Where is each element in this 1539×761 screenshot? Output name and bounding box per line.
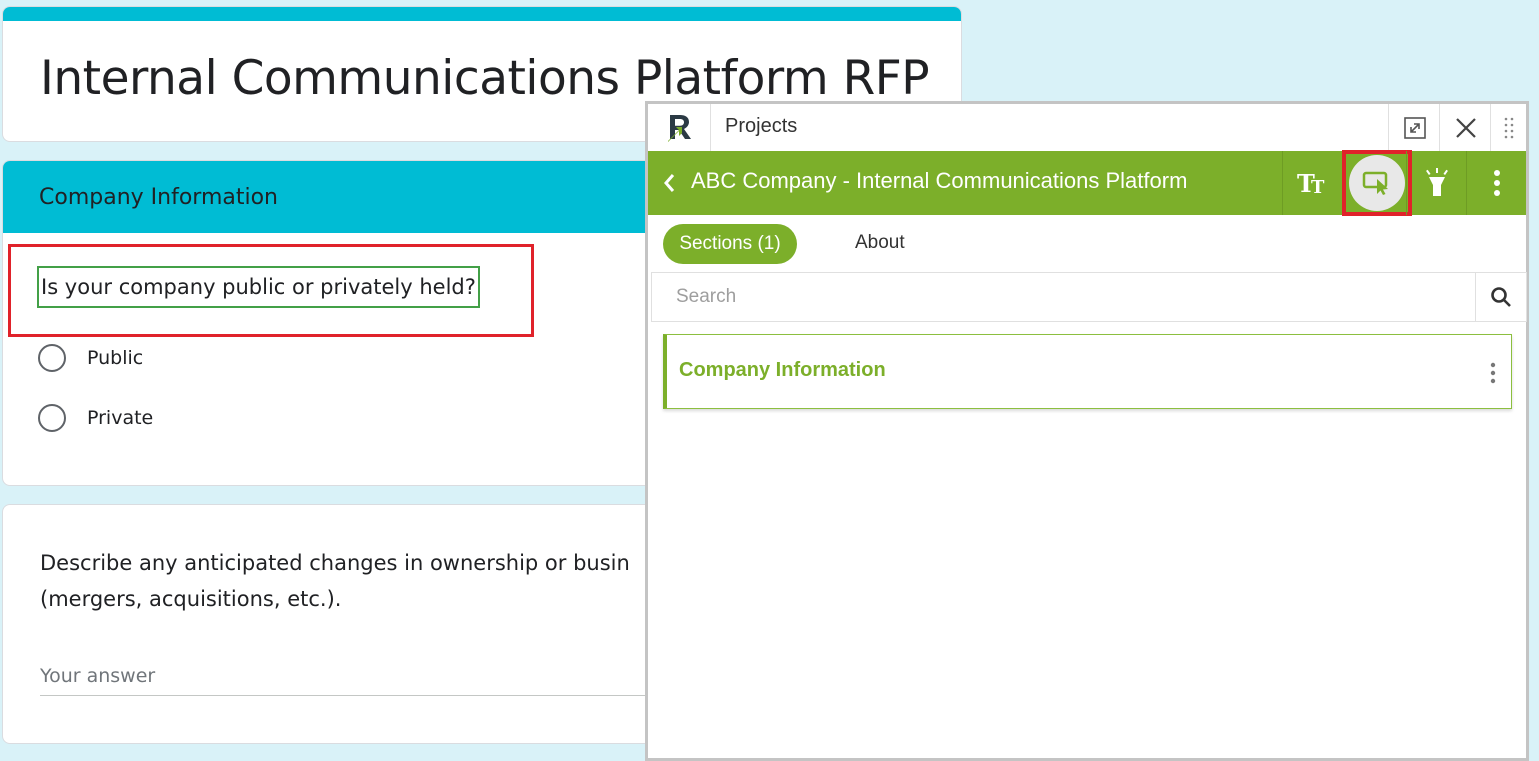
search-icon[interactable] [1475, 273, 1526, 321]
svg-text:T: T [1311, 177, 1325, 196]
more-vertical-icon[interactable] [1466, 151, 1527, 215]
flashlight-icon[interactable] [1406, 151, 1467, 215]
question-public-private[interactable]: Is your company public or privately held… [37, 266, 480, 308]
section-item-label: Company Information [679, 359, 886, 381]
radio-label-public: Public [87, 347, 144, 369]
question-ownership-line2: (mergers, acquisitions, etc.). [40, 587, 342, 611]
form-title: Internal Communications Platform RFP [40, 51, 930, 106]
radio-button[interactable] [38, 344, 66, 372]
panel-tabs: Sections (1) About [648, 215, 1526, 270]
section-list-item[interactable]: Company Information [663, 334, 1512, 409]
panel-top-bar: Projects [648, 104, 1526, 151]
radio-label-private: Private [87, 407, 154, 429]
projects-label[interactable]: Projects [725, 115, 797, 138]
search-input[interactable] [652, 273, 1478, 321]
extension-panel: Projects ABC Company - Internal Communic… [645, 101, 1529, 761]
r-logo-icon [648, 104, 711, 151]
radio-option-public[interactable]: Public [38, 344, 143, 372]
project-header-bar: ABC Company - Internal Communications Pl… [648, 150, 1527, 216]
question-ownership-line1: Describe any anticipated changes in owne… [40, 551, 630, 575]
expand-icon[interactable] [1388, 104, 1441, 151]
section-more-icon[interactable] [1489, 361, 1497, 385]
cursor-select-button[interactable] [1342, 150, 1412, 216]
title-card-accent-bar [3, 7, 961, 21]
chevron-left-icon[interactable] [658, 169, 680, 197]
project-title: ABC Company - Internal Communications Pl… [691, 168, 1188, 193]
search-bar [651, 272, 1527, 322]
drag-handle-icon[interactable] [1490, 104, 1527, 151]
radio-option-private[interactable]: Private [38, 404, 153, 432]
answer-input[interactable]: Your answer [40, 663, 660, 696]
cursor-select-icon[interactable] [1349, 155, 1405, 211]
section-header-title: Company Information [39, 185, 279, 210]
tab-about[interactable]: About [855, 232, 905, 254]
close-icon[interactable] [1439, 104, 1492, 151]
question-ownership-text: Describe any anticipated changes in owne… [40, 545, 660, 617]
radio-button[interactable] [38, 404, 66, 432]
text-size-icon[interactable]: T T [1282, 151, 1343, 215]
tab-sections[interactable]: Sections (1) [663, 224, 797, 264]
